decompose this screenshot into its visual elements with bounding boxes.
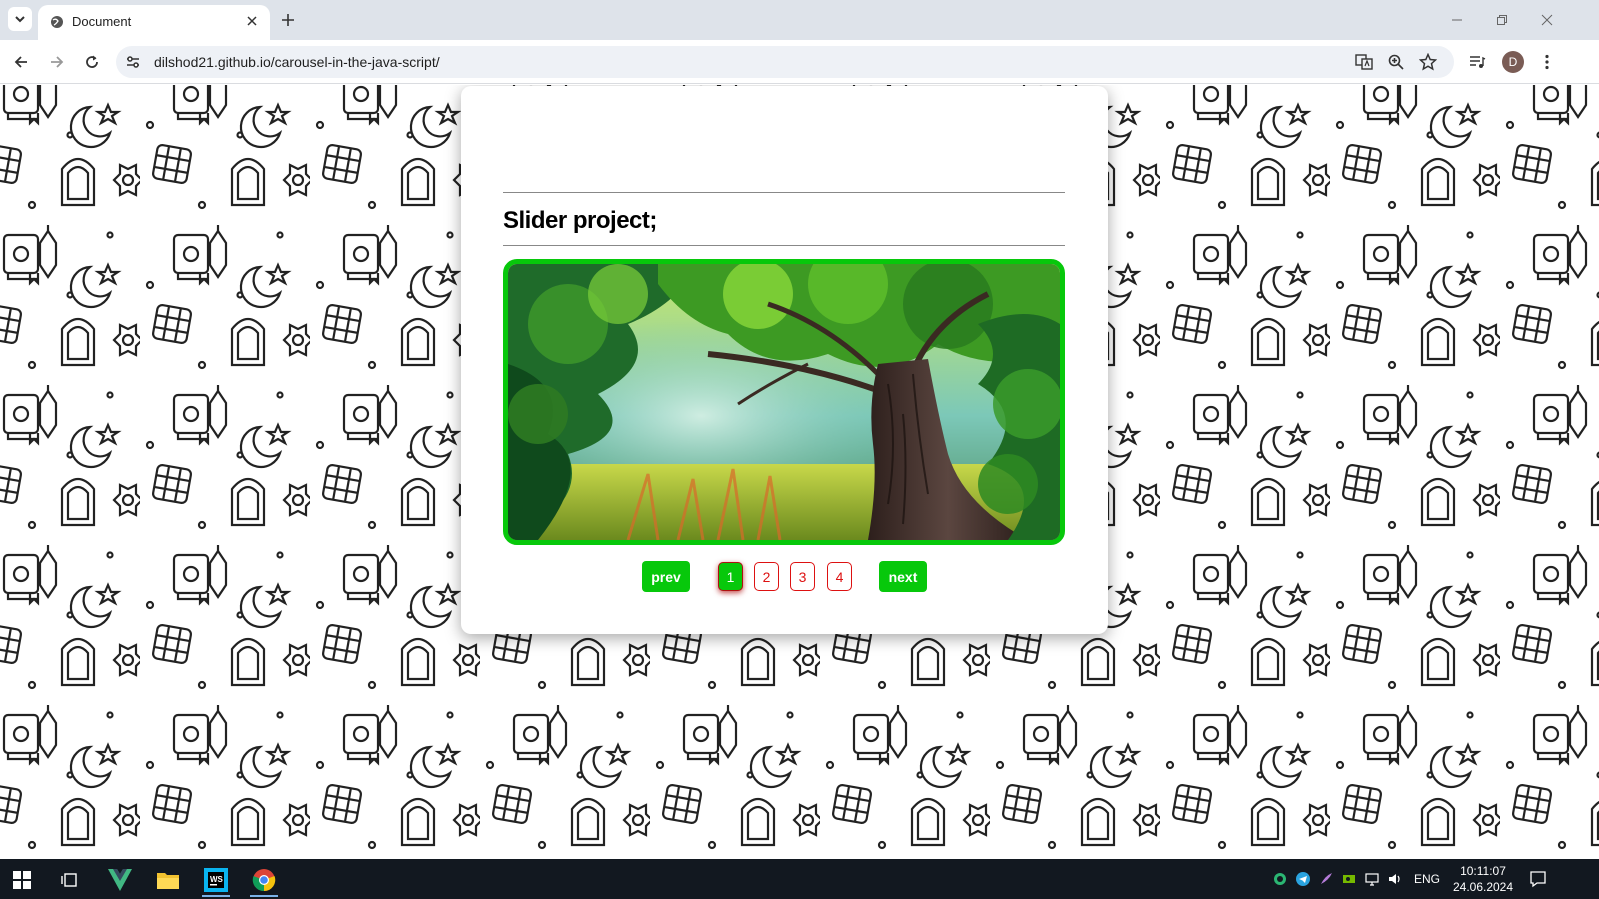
task-view-icon	[61, 873, 77, 887]
plus-icon	[282, 14, 294, 26]
tray-icon-nvidia[interactable]	[1341, 871, 1357, 887]
more-vertical-icon	[1545, 54, 1549, 70]
speaker-icon	[1389, 874, 1400, 884]
slider-controls: prev 1 2 3 4 next	[461, 561, 1108, 593]
tray-icon-network-app[interactable]	[1272, 871, 1288, 887]
reload-button[interactable]	[81, 51, 103, 73]
browser-toolbar: dilshod21.github.io/carousel-in-the-java…	[0, 40, 1599, 84]
bookmark-button[interactable]	[1418, 52, 1438, 72]
folder-icon	[157, 873, 179, 889]
monitor-icon	[1365, 873, 1379, 886]
address-bar[interactable]: dilshod21.github.io/carousel-in-the-java…	[116, 46, 1454, 78]
prev-button[interactable]: prev	[642, 561, 690, 592]
star-icon	[1419, 53, 1437, 71]
url-text[interactable]: dilshod21.github.io/carousel-in-the-java…	[154, 54, 440, 70]
arrow-right-icon	[51, 56, 64, 68]
close-window-button[interactable]	[1537, 10, 1557, 30]
chevron-down-icon	[15, 16, 25, 23]
restore-icon	[1497, 15, 1507, 25]
page-title: Slider project;	[503, 207, 657, 234]
tray-icon-telegram[interactable]	[1295, 871, 1311, 887]
nvidia-icon	[1343, 875, 1355, 883]
vue-logo-icon	[108, 869, 132, 891]
forward-button[interactable]	[46, 51, 68, 73]
webstorm-icon: WS	[204, 868, 228, 892]
minimize-icon	[1452, 19, 1462, 21]
next-button[interactable]: next	[879, 561, 927, 592]
divider	[503, 245, 1065, 246]
tray-icon-volume[interactable]	[1387, 871, 1403, 887]
globe-icon	[51, 16, 63, 28]
browser-menu-button[interactable]	[1536, 51, 1558, 73]
taskbar-app-chrome[interactable]	[244, 863, 284, 897]
browser-tab[interactable]: Document	[38, 5, 270, 40]
tray-icon-pen[interactable]	[1318, 871, 1334, 887]
translate-icon	[1355, 54, 1373, 70]
telegram-icon	[1296, 872, 1310, 886]
taskbar-app-explorer[interactable]	[148, 863, 188, 897]
close-icon	[247, 16, 257, 26]
tab-title: Document	[72, 14, 132, 29]
tune-icon	[127, 56, 139, 68]
slide-dot-1[interactable]: 1	[718, 562, 743, 591]
input-language[interactable]: ENG	[1414, 872, 1440, 886]
slider-card: Slider project; prev 1 2 3 4 next	[461, 86, 1108, 634]
site-info-button[interactable]	[124, 53, 142, 71]
taskbar-app-webstorm[interactable]: WS	[196, 863, 236, 897]
new-tab-button[interactable]	[278, 10, 298, 30]
zoom-in-icon	[1388, 54, 1404, 70]
reload-icon	[86, 55, 98, 68]
minimize-button[interactable]	[1447, 10, 1467, 30]
close-tab-button[interactable]	[244, 13, 260, 29]
slide-dot-3[interactable]: 3	[790, 562, 815, 591]
tray-icon-network[interactable]	[1364, 871, 1380, 887]
arrow-left-icon	[14, 56, 27, 68]
taskbar-app-vue[interactable]	[100, 863, 140, 897]
slider-frame	[503, 259, 1065, 545]
chrome-icon	[252, 869, 276, 892]
notification-center-icon[interactable]	[1529, 870, 1547, 888]
slide-dot-2[interactable]: 2	[754, 562, 779, 591]
feather-icon	[1321, 873, 1332, 884]
os-taskbar: WS ENG 10:11:07 24.06.2024	[0, 859, 1599, 899]
restore-button[interactable]	[1492, 10, 1512, 30]
divider	[503, 192, 1065, 193]
profile-avatar[interactable]: D	[1502, 51, 1524, 73]
clock-time: 10:11:07	[1460, 864, 1506, 878]
translate-button[interactable]	[1354, 52, 1374, 72]
back-button[interactable]	[10, 51, 32, 73]
task-view-button[interactable]	[50, 863, 90, 897]
system-clock[interactable]: 10:11:07 24.06.2024	[1452, 863, 1514, 895]
close-icon	[1541, 14, 1553, 26]
shield-icon	[1274, 873, 1286, 885]
tab-search-button[interactable]	[8, 7, 32, 31]
tab-strip: Document	[0, 0, 1599, 40]
clock-date: 24.06.2024	[1452, 880, 1514, 894]
windows-icon	[13, 871, 31, 889]
page-viewport: Slider project; prev 1 2 3 4 next	[0, 85, 1599, 859]
slide-dot-4[interactable]: 4	[827, 562, 852, 591]
media-controls-button[interactable]	[1466, 51, 1488, 73]
zoom-button[interactable]	[1386, 52, 1406, 72]
playlist-icon	[1470, 56, 1486, 68]
svg-text:WS: WS	[210, 875, 224, 884]
start-button[interactable]	[2, 863, 42, 897]
slide-image	[508, 264, 1060, 540]
